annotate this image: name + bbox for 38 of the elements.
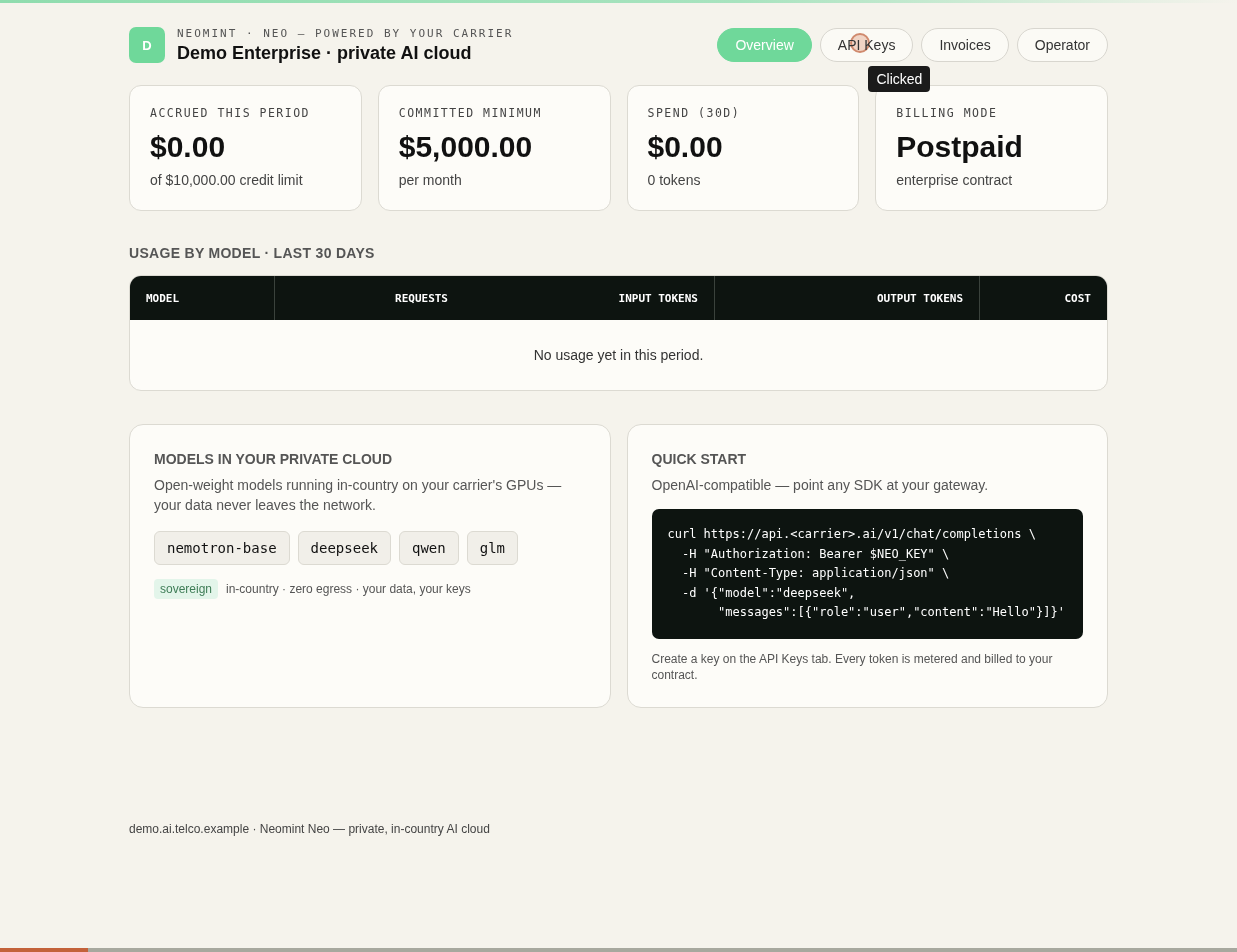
stat-note: of $10,000.00 credit limit bbox=[150, 172, 304, 188]
tag: sovereign bbox=[154, 579, 219, 599]
card-description: Open-weight models running in-country on your carrier's GPUs — your data never leaves the network. bbox=[154, 476, 563, 515]
column-header: OUTPUT TOKENS bbox=[714, 276, 979, 320]
stat-note: enterprise contract bbox=[896, 172, 1014, 188]
stat-value: Postpaid bbox=[896, 130, 1024, 164]
model-chip: glm bbox=[466, 531, 519, 565]
stat-value: $0.00 bbox=[150, 130, 227, 164]
column-header: INPUT TOKENS bbox=[617, 290, 699, 307]
stat-label: ACCRUED THIS PERIOD bbox=[150, 106, 312, 120]
empty-message: No usage yet in this period. bbox=[532, 346, 705, 365]
tooltip: Clicked bbox=[868, 66, 931, 92]
code-block: curl https://api.<carrier>.ai/v1/chat/completions \ -H "Authorization: Bearer $NEO_KEY" \ -H "Content-Type: application/json" \ -d '{"model":"deepseek", "messages":[{"role":"user","content":"Hello"}]}' bbox=[651, 509, 1083, 639]
section-title: USAGE BY MODEL · LAST 30 DAYS bbox=[129, 245, 376, 261]
page-title: Demo Enterprise · private AI cloud bbox=[177, 42, 473, 64]
stat-value: $0.00 bbox=[647, 130, 724, 164]
nav-tab[interactable]: Invoices bbox=[921, 28, 1009, 62]
card-title: QUICK START bbox=[651, 451, 748, 467]
stat-note: per month bbox=[398, 172, 463, 188]
footer-text: demo.ai.telco.example · Neomint Neo — private, in-country AI cloud bbox=[129, 822, 491, 836]
stat-label: COMMITTED MINIMUM bbox=[398, 106, 543, 120]
stat-value: $5,000.00 bbox=[398, 130, 534, 164]
model-chip: nemotron-base bbox=[154, 531, 290, 565]
column-header: MODEL bbox=[145, 290, 181, 307]
stat-note: 0 tokens bbox=[647, 172, 702, 188]
brand-kicker: NEOMINT · NEO — POWERED BY YOUR CARRIER bbox=[177, 26, 514, 40]
column-header: COST bbox=[979, 276, 1107, 320]
column-header: REQUESTS bbox=[274, 276, 464, 320]
stat-label: BILLING MODE bbox=[896, 106, 999, 120]
nav-tab[interactable]: Operator bbox=[1016, 28, 1108, 62]
tag-note: in-country · zero egress · your data, your keys bbox=[226, 582, 471, 596]
stat-label: SPEND (30D) bbox=[647, 106, 742, 120]
logo-badge: D bbox=[129, 27, 165, 63]
card-note: Create a key on the API Keys tab. Every token is metered and billed to your contract. bbox=[651, 650, 1054, 683]
model-chip: deepseek bbox=[297, 531, 391, 565]
card-title: MODELS IN YOUR PRIVATE CLOUD bbox=[154, 451, 393, 467]
model-chip: qwen bbox=[399, 531, 459, 565]
card-description: OpenAI-compatible — point any SDK at your gateway. bbox=[651, 476, 990, 495]
